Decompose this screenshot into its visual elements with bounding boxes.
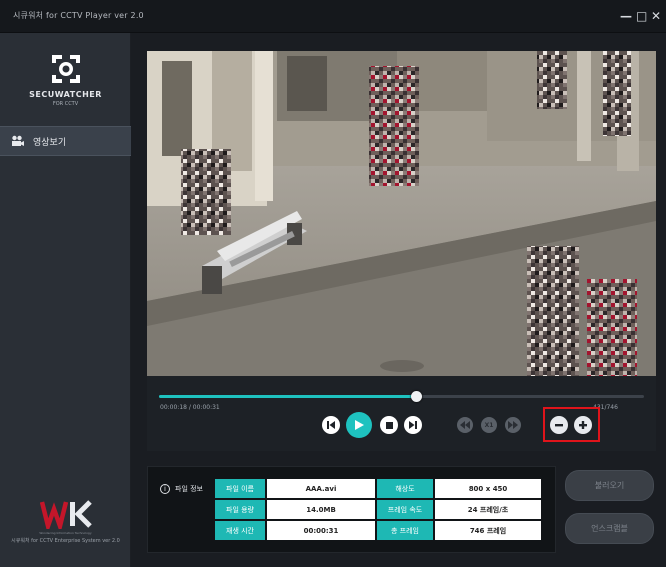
rewind-button[interactable] [457,417,473,433]
duration-value: 00:00:31 [267,521,375,540]
footer-version: 시큐워처 for CCTV Enterprise System ver 2.0 [11,538,120,544]
brand-tagline: Wondering Information Technology [39,531,92,535]
file-info-title: 파일 정보 [175,485,203,493]
masked-person [527,246,579,376]
video-frame [147,51,656,376]
speed-button[interactable]: X1 [481,417,497,433]
logo-subtitle: FOR CCTV [52,101,79,107]
unscramble-button[interactable]: 언스크램블 [565,513,654,544]
progress-fill [159,395,417,398]
masked-person [181,149,231,235]
sidebar-item-label: 영상보기 [33,138,67,148]
file-name-label: 파일 이름 [215,479,265,498]
frame-rate-label: 프레임 속도 [377,500,433,519]
window-title: 시큐워처 for CCTV Player ver 2.0 [13,11,144,20]
zoom-out-button[interactable] [550,416,568,434]
resolution-label: 해상도 [377,479,433,498]
fast-forward-icon [508,421,518,429]
file-size-label: 파일 용량 [215,500,265,519]
skip-end-button[interactable] [404,416,422,434]
duration-label: 재생 시간 [215,521,265,540]
skip-start-icon [327,421,335,429]
masked-person [369,66,419,186]
file-name-value: AAA.avi [267,479,375,498]
total-frames-label: 총 프레임 [377,521,433,540]
play-button[interactable] [346,412,372,438]
fast-forward-button[interactable] [505,417,521,433]
close-icon[interactable]: ✕ [651,10,661,22]
masked-person [587,279,637,376]
logo-title: SECUWATCHER [29,90,102,99]
camera-icon [12,135,24,146]
time-display: 00:00:18 / 00:00:31 [160,404,220,411]
progress-bar[interactable] [159,395,644,398]
video-viewport[interactable] [147,51,656,376]
file-info-header: i 파일 정보 [160,484,203,494]
rewind-icon [460,421,470,429]
file-size-value: 14.0MB [267,500,375,519]
zoom-in-button[interactable] [574,416,592,434]
masked-person [603,51,631,136]
load-button[interactable]: 불러오기 [565,470,654,501]
plus-icon [579,421,587,429]
file-info-panel: i 파일 정보 파일 이름 AAA.avi 해상도 800 x 450 파일 용량… [147,466,556,553]
playback-controls: 00:00:18 / 00:00:31 431/746 X1 [147,376,656,451]
sidebar-item-video-view[interactable]: 영상보기 [0,126,131,156]
frame-rate-value: 24 프레임/초 [435,500,541,519]
stop-button[interactable] [380,416,398,434]
minus-icon [555,424,563,427]
secuwatcher-logo-icon [52,55,80,83]
play-icon [355,420,364,430]
progress-thumb[interactable] [410,391,422,402]
sidebar: SECUWATCHER FOR CCTV 영상보기 Wondering Info… [0,33,131,567]
info-icon: i [160,484,170,494]
resolution-value: 800 x 450 [435,479,541,498]
total-frames-value: 746 프레임 [435,521,541,540]
title-bar: 시큐워처 for CCTV Player ver 2.0 — □ ✕ [0,0,666,33]
maximize-icon[interactable]: □ [636,10,647,22]
minimize-icon[interactable]: — [620,10,632,22]
masked-person [537,51,567,109]
stop-icon [385,421,393,429]
skip-end-icon [409,421,417,429]
wk-brand-logo [40,500,92,529]
skip-start-button[interactable] [322,416,340,434]
